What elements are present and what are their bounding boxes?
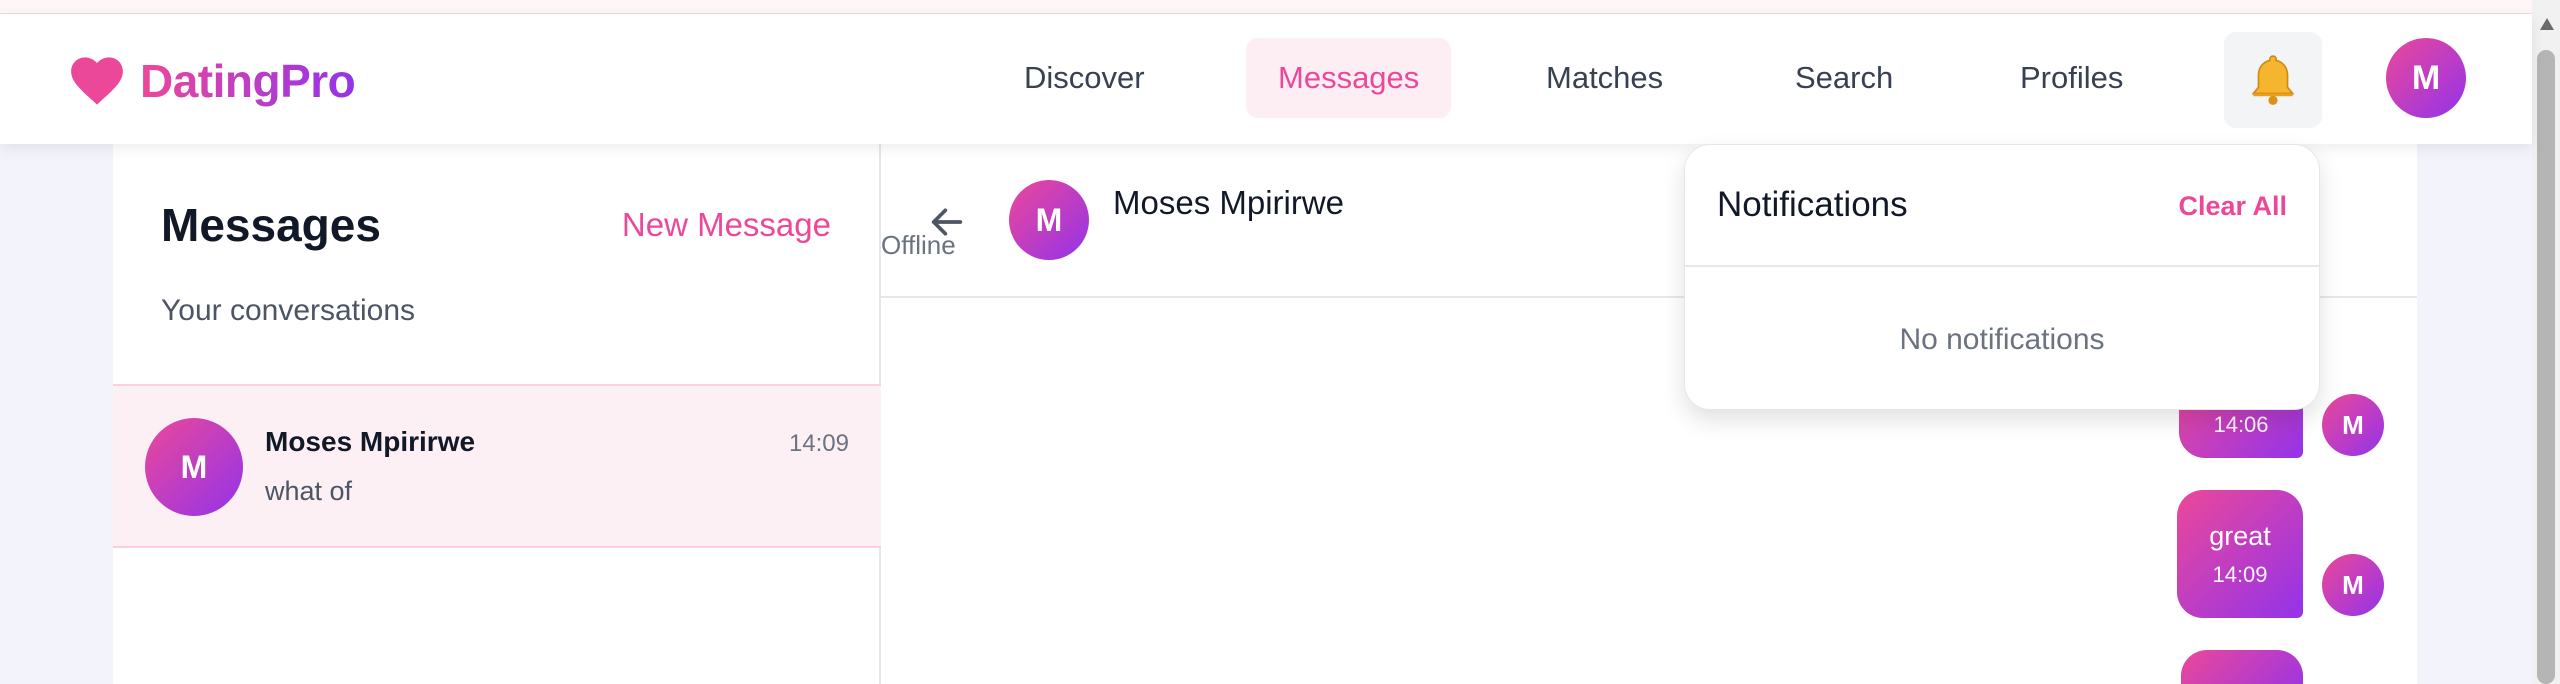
conversation-name: Moses Mpirirwe (265, 426, 476, 457)
navbar: DatingPro Discover Messages Matches Sear… (0, 14, 2532, 144)
nav-messages[interactable]: Messages (1246, 38, 1452, 118)
divider (1685, 265, 2319, 267)
nav-search[interactable]: Search (1763, 38, 1925, 118)
nav-discover[interactable]: Discover (992, 38, 1177, 118)
notifications-title: Notifications (1717, 185, 1908, 224)
conversations-subtitle: Your conversations (161, 294, 416, 327)
scrollbar-thumb[interactable] (2537, 50, 2555, 684)
new-message-button[interactable]: New Message (622, 206, 831, 244)
message-time: 14:06 (2213, 412, 2269, 437)
messages-title: Messages (161, 199, 381, 251)
message-time: 14:09 (2212, 561, 2268, 587)
scroll-up-arrow-icon[interactable] (2540, 18, 2554, 30)
chat-contact-name: Moses Mpirirwe (1113, 184, 1345, 221)
message-bubble (2181, 650, 2303, 684)
bell-icon (2251, 55, 2295, 105)
user-avatar[interactable]: M (2386, 38, 2466, 118)
conversation-item[interactable]: M Moses Mpirirwe 14:09 what of (113, 384, 881, 548)
conversations-panel: Messages New Message Your conversations … (113, 144, 881, 684)
logo[interactable]: DatingPro (70, 54, 356, 108)
nav-profiles[interactable]: Profiles (1988, 38, 2155, 118)
conversation-preview: what of (265, 476, 353, 506)
chat-contact-avatar[interactable]: M (1009, 180, 1089, 260)
nav-matches[interactable]: Matches (1514, 38, 1695, 118)
notifications-dropdown: Notifications Clear All No notifications (1684, 144, 2320, 410)
clear-all-button[interactable]: Clear All (2178, 191, 2287, 222)
conversation-avatar: M (145, 418, 243, 516)
message-avatar: M (2322, 554, 2384, 616)
notifications-empty: No notifications (1899, 323, 2105, 356)
message-bubble: great 14:09 (2177, 490, 2303, 618)
notifications-button[interactable] (2224, 32, 2322, 128)
scrollbar[interactable] (2532, 0, 2560, 684)
brand-name: DatingPro (140, 55, 356, 107)
chat-contact-status: Offline (881, 230, 956, 260)
top-strip (0, 0, 2532, 14)
heart-icon (71, 57, 123, 105)
conversation-time: 14:09 (788, 430, 849, 457)
message-text: great (2209, 520, 2271, 551)
message-avatar: M (2322, 394, 2384, 456)
